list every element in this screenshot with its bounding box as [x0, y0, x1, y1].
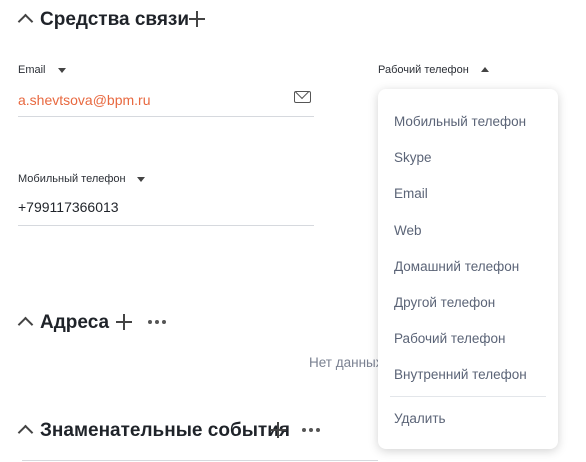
- menu-item-skype[interactable]: Skype: [394, 150, 432, 165]
- email-type-caret-icon[interactable]: [58, 68, 66, 73]
- mobile-phone-type-caret-icon[interactable]: [137, 177, 145, 182]
- section-title: Средства связи: [40, 9, 190, 30]
- work-phone-field: Рабочий телефон: [378, 60, 578, 80]
- menu-item-work-phone[interactable]: Рабочий телефон: [394, 331, 505, 346]
- more-options-icon[interactable]: [302, 428, 320, 432]
- menu-item-home-phone[interactable]: Домашний телефон: [394, 259, 519, 274]
- menu-divider: [390, 396, 546, 397]
- collapse-chevron-icon[interactable]: [17, 316, 34, 333]
- add-communication-icon[interactable]: [189, 11, 205, 27]
- add-event-icon[interactable]: [270, 422, 286, 438]
- collapse-chevron-icon[interactable]: [17, 13, 34, 30]
- email-field-label[interactable]: Email: [18, 64, 46, 76]
- menu-item-delete[interactable]: Удалить: [394, 411, 446, 426]
- work-phone-field-label[interactable]: Рабочий телефон: [378, 64, 469, 76]
- mobile-phone-field-underline: [18, 225, 314, 226]
- addresses-empty-text: Нет данных: [309, 355, 383, 370]
- menu-item-email[interactable]: Email: [394, 186, 428, 201]
- addresses-section-header: Адреса: [0, 305, 380, 341]
- mobile-phone-input[interactable]: +799117366013: [18, 199, 119, 215]
- email-value-link[interactable]: a.shevtsova@bpm.ru: [18, 92, 151, 108]
- send-email-icon[interactable]: [294, 91, 311, 103]
- phone-type-dropdown: Мобильный телефон Skype Email Web Домашн…: [378, 89, 558, 449]
- collapse-chevron-icon[interactable]: [17, 424, 34, 441]
- more-options-icon[interactable]: [148, 320, 166, 324]
- events-section-header: Знаменательные события: [0, 413, 380, 449]
- menu-item-internal-phone[interactable]: Внутренний телефон: [394, 367, 527, 382]
- menu-item-web[interactable]: Web: [394, 223, 422, 238]
- communications-section-header: Средства связи: [0, 0, 586, 40]
- mobile-phone-field: Мобильный телефон +799117366013: [18, 169, 314, 227]
- menu-item-other-phone[interactable]: Другой телефон: [394, 295, 495, 310]
- section-title: Адреса: [40, 312, 110, 333]
- section-title: Знаменательные события: [40, 420, 290, 441]
- work-phone-type-caret-icon[interactable]: [481, 67, 489, 72]
- events-section-divider: [22, 460, 378, 461]
- mobile-phone-field-label[interactable]: Мобильный телефон: [18, 173, 126, 185]
- add-address-icon[interactable]: [116, 314, 132, 330]
- menu-item-mobile-phone[interactable]: Мобильный телефон: [394, 114, 526, 129]
- email-field: Email a.shevtsova@bpm.ru: [18, 60, 314, 118]
- email-field-underline: [18, 116, 314, 117]
